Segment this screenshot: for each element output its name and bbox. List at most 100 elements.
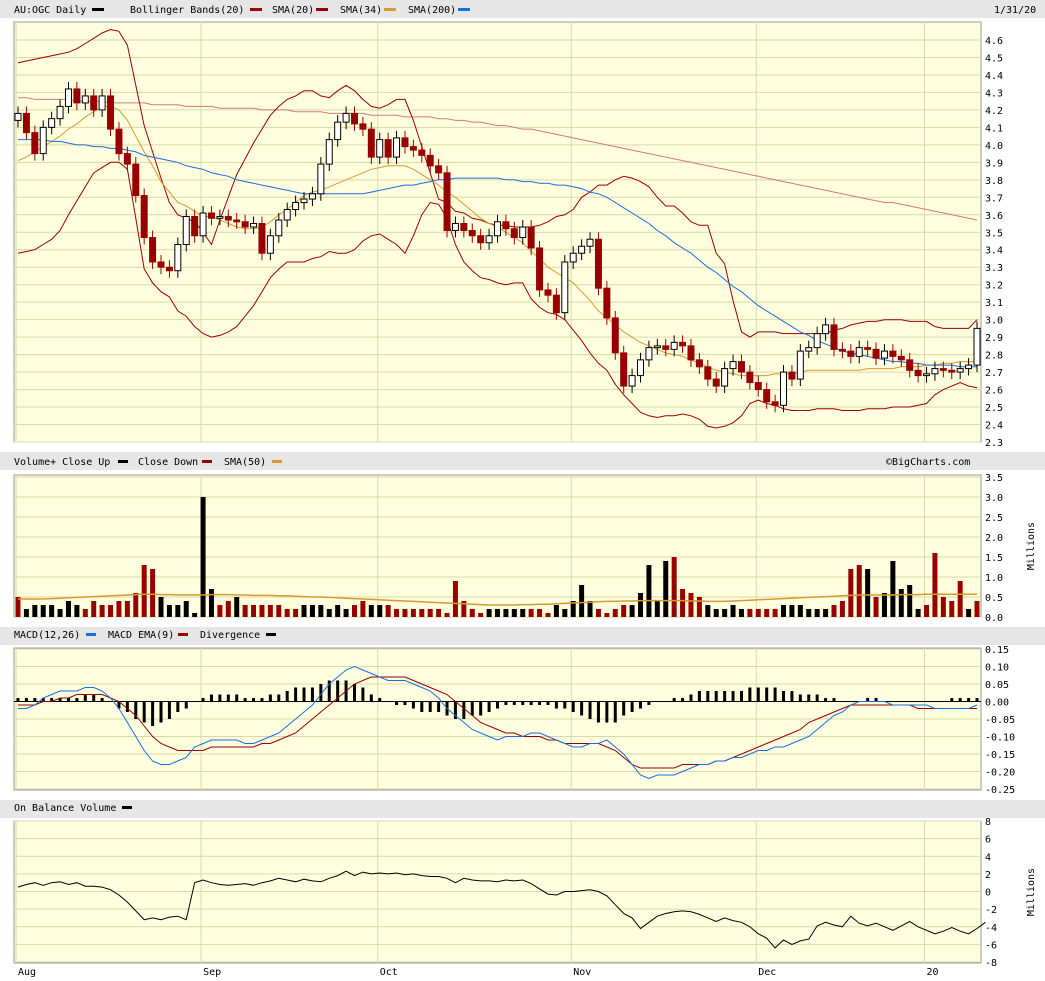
divergence-bar <box>622 701 626 716</box>
divergence-bar <box>739 691 743 702</box>
candle-body <box>880 350 888 359</box>
y-tick-label: 3.6 <box>985 211 1003 222</box>
volume-bar <box>587 601 593 617</box>
y-tick-label: 2.6 <box>985 386 1003 397</box>
candle-body <box>494 221 501 237</box>
volume-bar <box>856 565 862 617</box>
candle-body <box>418 149 426 156</box>
x-tick-label: Nov <box>573 967 591 978</box>
divergence-bar <box>252 698 256 702</box>
y-tick-label: 3.0 <box>985 493 1003 504</box>
divergence-bar <box>731 691 735 702</box>
candle-body <box>603 287 611 319</box>
y-tick-label: 4.6 <box>985 36 1003 47</box>
candle-body <box>485 235 493 244</box>
candle-body <box>594 238 602 289</box>
volume-bar <box>82 609 88 617</box>
y-tick-label: 4 <box>985 852 991 863</box>
candle-body <box>233 219 241 223</box>
divergence-bar <box>723 691 727 702</box>
candle-body <box>393 137 401 158</box>
volume-bar <box>772 609 778 617</box>
y-tick-label: -0.25 <box>985 785 1015 796</box>
candle-body <box>384 139 392 158</box>
volume-bar <box>562 609 568 617</box>
divergence-bar <box>66 698 70 702</box>
volume-bar <box>444 613 450 617</box>
candle-body <box>81 95 89 104</box>
y-tick-label: 0.5 <box>985 593 1003 604</box>
divergence-bar <box>403 701 407 705</box>
volume-bar <box>91 601 97 617</box>
volume-bar <box>284 609 290 617</box>
divergence-bar <box>782 691 786 702</box>
divergence-bar <box>529 701 533 705</box>
volume-bar <box>234 597 240 617</box>
candle-body <box>855 347 863 357</box>
candle-body <box>191 216 199 237</box>
sma200-swatch <box>458 8 470 11</box>
volume-bar <box>301 605 307 617</box>
candle-body <box>796 350 804 380</box>
divergence-bar <box>504 701 508 705</box>
candle-body <box>317 163 325 195</box>
divergence-bar <box>243 698 247 702</box>
divergence-bar <box>437 701 441 712</box>
divergence-bar <box>571 701 575 712</box>
candle-body <box>48 118 56 128</box>
divergence-bar <box>773 687 777 702</box>
divergence-bar <box>268 694 272 702</box>
y-tick-label: 2.5 <box>985 513 1003 524</box>
divergence-bar <box>496 701 499 709</box>
candle-body <box>729 361 737 370</box>
volume-bar <box>385 605 391 617</box>
candle-body <box>107 95 115 130</box>
divergence-bar <box>159 701 163 723</box>
candle-body <box>14 112 22 121</box>
candle-body <box>64 88 72 107</box>
y-tick-label: 3.1 <box>985 298 1003 309</box>
divergence-bar <box>874 698 878 702</box>
candle-body <box>645 347 653 361</box>
volume-bar <box>192 613 198 617</box>
volume-bar <box>326 609 332 617</box>
divergence-bar <box>714 691 718 702</box>
divergence-bar <box>209 694 213 702</box>
chart-canvas: AU:OGC Daily Bollinger Bands(20) SMA(20)… <box>0 0 1045 978</box>
legend-sma200-label: SMA(200) <box>408 5 456 16</box>
y-tick-label: -0.20 <box>985 768 1015 779</box>
divergence-bar <box>235 694 239 702</box>
divergence-bar <box>748 687 752 702</box>
volume-bar <box>32 605 38 617</box>
candle-body <box>334 121 342 141</box>
y-tick-label: 3.5 <box>985 228 1003 239</box>
candle-body <box>241 221 249 228</box>
obv-header-bar <box>0 800 1045 818</box>
divergence-bar <box>294 687 298 702</box>
divergence-bar <box>487 701 491 712</box>
candle-body <box>409 146 417 151</box>
y-tick-label: 4.1 <box>985 123 1003 134</box>
volume-bar <box>166 605 172 617</box>
divergence-bar <box>798 694 802 702</box>
divergence-bar <box>706 691 710 702</box>
volume-bar <box>116 601 122 617</box>
y-tick-label: 1.5 <box>985 553 1003 564</box>
volume-bar <box>755 609 761 617</box>
divergence-bar <box>512 701 516 705</box>
volume-bar <box>654 601 660 617</box>
symbol-label: AU:OGC Daily <box>14 5 86 16</box>
y-tick-label: 2.7 <box>985 368 1003 379</box>
volume-bar <box>612 609 618 617</box>
candle-body <box>283 209 291 221</box>
volume-bar <box>629 605 635 617</box>
candle-body <box>300 198 308 204</box>
volume-bar <box>621 605 627 617</box>
y-tick-label: 3.0 <box>985 316 1003 327</box>
candle-body <box>805 347 813 352</box>
candle-body <box>367 128 375 158</box>
candle-body <box>687 345 695 361</box>
volume-bar <box>23 609 29 617</box>
candle-body <box>527 226 535 249</box>
x-tick-label: Oct <box>380 967 398 978</box>
